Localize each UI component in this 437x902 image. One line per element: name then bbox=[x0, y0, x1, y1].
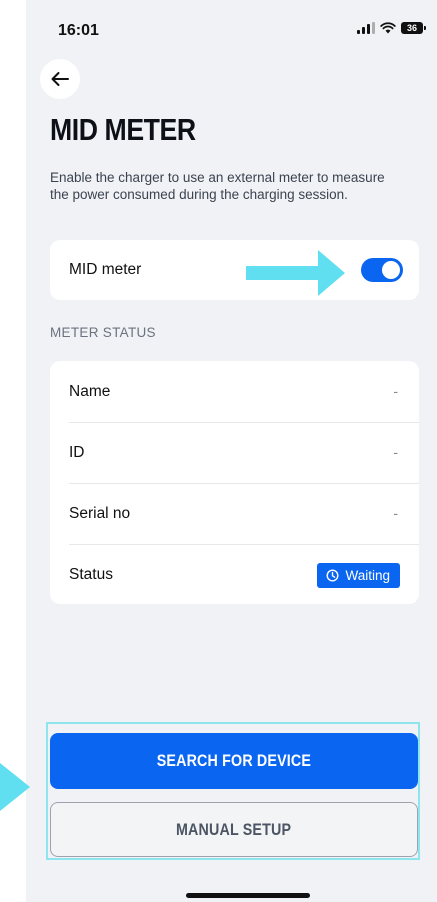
phone-screen: 16:01 36 MID METER Enable the charger to… bbox=[26, 0, 437, 902]
mid-meter-label: MID meter bbox=[69, 261, 142, 278]
status-icons: 36 bbox=[357, 22, 426, 34]
search-for-device-button[interactable]: SEARCH FOR DEVICE bbox=[50, 733, 418, 789]
status-badge: Waiting bbox=[317, 563, 400, 588]
meter-row-name: Name - bbox=[50, 361, 419, 422]
manual-setup-button[interactable]: MANUAL SETUP bbox=[50, 802, 418, 857]
status-bar: 16:01 36 bbox=[26, 0, 437, 50]
row-value: - bbox=[393, 505, 398, 521]
wifi-icon bbox=[380, 22, 396, 34]
status-badge-text: Waiting bbox=[345, 568, 390, 583]
search-button-label: SEARCH FOR DEVICE bbox=[156, 751, 312, 770]
meter-row-status: Status Waiting bbox=[50, 544, 419, 605]
clock-icon bbox=[326, 569, 339, 582]
back-button[interactable] bbox=[40, 59, 80, 99]
annotation-arrow-right-icon bbox=[0, 763, 30, 811]
row-label: ID bbox=[69, 444, 85, 461]
annotation-arrow-right-icon bbox=[246, 250, 345, 296]
row-value: - bbox=[393, 383, 398, 399]
meter-row-serial: Serial no - bbox=[50, 483, 419, 544]
arrow-left-icon bbox=[51, 72, 69, 86]
home-indicator bbox=[186, 893, 310, 898]
meter-row-id: ID - bbox=[50, 422, 419, 483]
meter-status-card: Name - ID - Serial no - Status Waiting bbox=[50, 361, 419, 604]
mid-meter-toggle[interactable] bbox=[361, 258, 403, 282]
row-label: Name bbox=[69, 383, 111, 400]
status-time: 16:01 bbox=[58, 22, 99, 39]
row-label: Status bbox=[69, 566, 113, 583]
page-title: MID METER bbox=[50, 112, 196, 147]
section-label-meter-status: METER STATUS bbox=[50, 325, 156, 340]
mid-meter-card: MID meter bbox=[50, 240, 419, 300]
battery-icon: 36 bbox=[401, 22, 426, 34]
page-description: Enable the charger to use an external me… bbox=[50, 170, 385, 202]
cellular-signal-icon bbox=[357, 22, 375, 34]
row-value: - bbox=[393, 444, 398, 460]
manual-button-label: MANUAL SETUP bbox=[176, 819, 292, 839]
toggle-knob bbox=[382, 261, 400, 279]
row-label: Serial no bbox=[69, 505, 131, 522]
